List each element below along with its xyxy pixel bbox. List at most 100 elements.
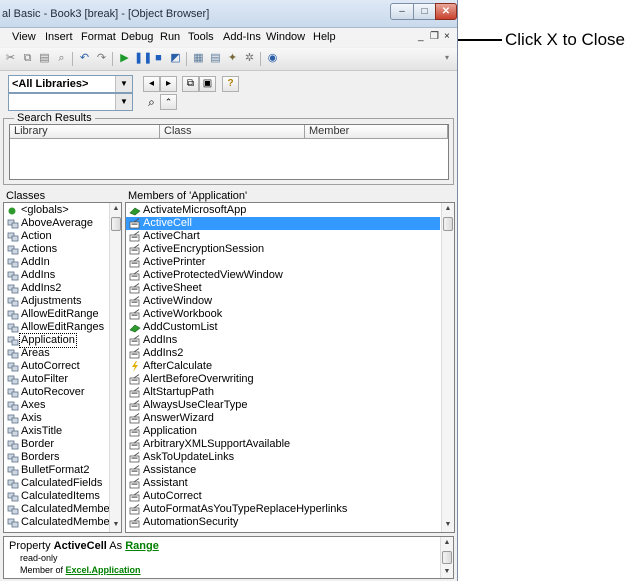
cut-icon[interactable]: ✂ (3, 51, 18, 65)
member-list-item[interactable]: Application (126, 425, 440, 438)
object-browser-icon[interactable]: ✦ (225, 51, 240, 65)
member-list-item[interactable]: ActiveSheet (126, 282, 440, 295)
member-list-item[interactable]: ArbitraryXMLSupportAvailable (126, 438, 440, 451)
menu-add-ins[interactable]: Add-Ins (223, 31, 261, 43)
title-bar[interactable]: al Basic - Book3 [break] - [Object Brows… (0, 0, 457, 28)
class-list-item[interactable]: AllowEditRange (4, 308, 108, 321)
chevron-down-icon[interactable]: ▼ (115, 76, 132, 92)
help-button[interactable]: ? (222, 76, 239, 92)
go-back-button[interactable]: ◂ (143, 76, 160, 92)
class-list-item[interactable]: Areas (4, 347, 108, 360)
details-scrollbar[interactable]: ▲ ▼ (440, 537, 453, 578)
menu-tools[interactable]: Tools (188, 31, 214, 43)
search-button[interactable]: ⌕ (143, 94, 160, 110)
column-header-library[interactable]: Library (10, 125, 160, 139)
design-mode-icon[interactable]: ◩ (168, 51, 183, 65)
member-list-item[interactable]: ActiveWorkbook (126, 308, 440, 321)
chevron-down-icon[interactable]: ▼ (115, 94, 132, 110)
scroll-up-arrow-icon[interactable]: ▲ (442, 203, 454, 215)
member-list-item[interactable]: ActivePrinter (126, 256, 440, 269)
menu-format[interactable]: Format (81, 31, 116, 43)
go-forward-button[interactable]: ▸ (160, 76, 177, 92)
detail-parent-link[interactable]: Excel.Application (66, 565, 141, 575)
member-list-item[interactable]: AnswerWizard (126, 412, 440, 425)
class-list-item[interactable]: AutoRecover (4, 386, 108, 399)
class-list-item[interactable]: Actions (4, 243, 108, 256)
member-list-item[interactable]: AskToUpdateLinks (126, 451, 440, 464)
scroll-down-arrow-icon[interactable]: ▼ (110, 519, 121, 531)
member-list-item[interactable]: ActiveCell (126, 217, 440, 230)
minimize-button[interactable]: – (390, 3, 414, 20)
scrollbar-thumb[interactable] (443, 217, 453, 231)
class-list-item[interactable]: AxisTitle (4, 425, 108, 438)
member-list-item[interactable]: AddIns (126, 334, 440, 347)
member-list-item[interactable]: AutomationSecurity (126, 516, 440, 529)
undo-icon[interactable]: ↶ (77, 51, 92, 65)
member-list-item[interactable]: ActivateMicrosoftApp (126, 204, 440, 217)
class-list-item[interactable]: Adjustments (4, 295, 108, 308)
search-text-box[interactable]: ▼ (8, 93, 133, 111)
member-list-item[interactable]: AutoFormatAsYouTypeReplaceHyperlinks (126, 503, 440, 516)
member-list-item[interactable]: AltStartupPath (126, 386, 440, 399)
member-list-item[interactable]: AddIns2 (126, 347, 440, 360)
class-list-item[interactable]: AddIn (4, 256, 108, 269)
maximize-button[interactable]: □ (413, 3, 436, 20)
class-list-item[interactable]: AutoFilter (4, 373, 108, 386)
member-list-item[interactable]: AlertBeforeOverwriting (126, 373, 440, 386)
member-list-item[interactable]: ActiveWindow (126, 295, 440, 308)
run-icon[interactable]: ▶ (117, 51, 132, 65)
library-dropdown[interactable]: <All Libraries> ▼ (8, 75, 133, 93)
copy-icon[interactable]: ⧉ (20, 51, 35, 65)
class-list-item[interactable]: AddIns2 (4, 282, 108, 295)
classes-scrollbar[interactable]: ▲ ▼ (109, 203, 121, 532)
class-list-item[interactable]: AboveAverage (4, 217, 108, 230)
class-list-item[interactable]: BulletFormat2 (4, 464, 108, 477)
scroll-up-arrow-icon[interactable]: ▲ (110, 203, 121, 215)
class-list-item[interactable]: Border (4, 438, 108, 451)
class-list-item[interactable]: <globals> (4, 204, 108, 217)
class-list-item[interactable]: Borders (4, 451, 108, 464)
members-scrollbar[interactable]: ▲ ▼ (441, 203, 454, 532)
class-list-item[interactable]: CalculatedMembers (4, 516, 119, 529)
copy-to-clipboard-button[interactable]: ⧉ (182, 76, 199, 92)
class-list-item[interactable]: Axis (4, 412, 108, 425)
member-list-item[interactable]: ActiveProtectedViewWindow (126, 269, 440, 282)
member-list-item[interactable]: AddCustomList (126, 321, 440, 334)
member-list-item[interactable]: Assistant (126, 477, 440, 490)
menu-view[interactable]: View (12, 31, 36, 43)
class-list-item[interactable]: AutoCorrect (4, 360, 108, 373)
detail-type-link[interactable]: Range (125, 540, 159, 552)
project-explorer-icon[interactable]: ▦ (191, 51, 206, 65)
menu-insert[interactable]: Insert (45, 31, 73, 43)
menu-debug[interactable]: Debug (121, 31, 153, 43)
menu-run[interactable]: Run (160, 31, 180, 43)
menu-window[interactable]: Window (266, 31, 305, 43)
class-list-item[interactable]: CalculatedMember (4, 503, 113, 516)
menu-help[interactable]: Help (313, 31, 336, 43)
scroll-down-arrow-icon[interactable]: ▼ (442, 519, 454, 531)
class-list-item[interactable]: Application (4, 333, 108, 348)
class-list-item[interactable]: AllowEditRanges (4, 321, 108, 334)
close-button[interactable]: ✕ (435, 3, 457, 20)
members-list[interactable]: AutomationSecurity AutoFormatAsYouTypeRep… (125, 202, 455, 533)
toolbar-overflow-icon[interactable]: ▾ (442, 51, 452, 65)
help-icon[interactable]: ◉ (265, 51, 280, 65)
member-list-item[interactable]: ActiveChart (126, 230, 440, 243)
toolbox-icon[interactable]: ✲ (242, 51, 257, 65)
scroll-down-arrow-icon[interactable]: ▼ (441, 566, 453, 578)
member-list-item[interactable]: Assistance (126, 464, 440, 477)
reset-icon[interactable]: ■ (151, 51, 166, 65)
properties-window-icon[interactable]: ▤ (208, 51, 223, 65)
search-results-list[interactable]: Library Class Member (9, 124, 449, 180)
mdi-minimize-button[interactable]: _ (418, 31, 424, 42)
scroll-up-arrow-icon[interactable]: ▲ (441, 537, 453, 549)
class-list-item[interactable]: Action (4, 230, 108, 243)
member-list-item[interactable]: AfterCalculate (126, 360, 440, 373)
classes-list[interactable]: CalculatedMembers CalculatedMember Calcula… (3, 202, 122, 533)
class-list-item[interactable]: CalculatedItems (4, 490, 108, 503)
class-list-item[interactable]: CalculatedFields (4, 477, 108, 490)
member-list-item[interactable]: ActiveEncryptionSession (126, 243, 440, 256)
mdi-close-button[interactable]: × (444, 31, 450, 42)
view-definition-button[interactable]: ▣ (199, 76, 216, 92)
column-header-class[interactable]: Class (160, 125, 305, 139)
